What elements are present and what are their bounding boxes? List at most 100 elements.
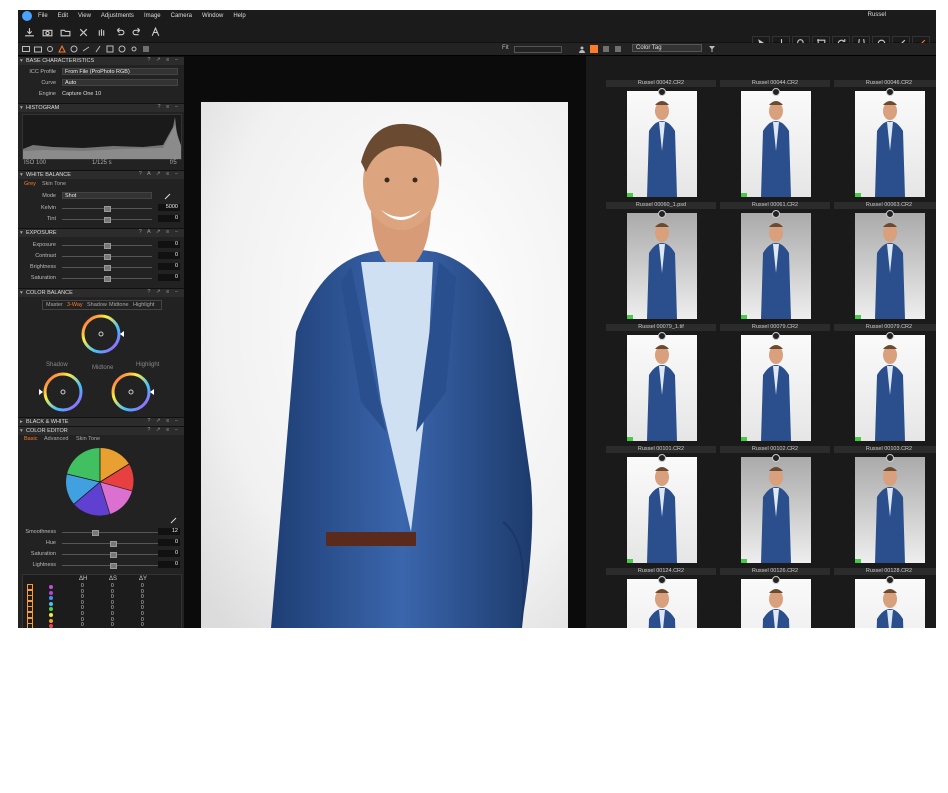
smoothness-value[interactable]: 12 (158, 528, 180, 535)
ce-saturation-value[interactable]: 0 (158, 550, 180, 557)
filter-dropdown[interactable]: Color Tag (632, 44, 702, 52)
color-range-row[interactable]: 000 (23, 611, 181, 618)
color-range-row[interactable]: 000 (23, 617, 181, 624)
rotate-badge-icon[interactable] (886, 88, 894, 96)
thumbnail[interactable] (855, 454, 925, 563)
black-white-header[interactable]: ▸ BLACK & WHITE? ↗ ≡ − (18, 417, 184, 426)
menu-edit[interactable]: Edit (58, 13, 68, 19)
rotate-badge-icon[interactable] (658, 210, 666, 218)
redo-icon[interactable] (130, 25, 144, 39)
slider-knob[interactable] (104, 276, 111, 282)
thumbnail[interactable] (855, 332, 925, 441)
slider-knob[interactable] (110, 563, 117, 569)
slider-knob[interactable] (104, 254, 111, 260)
highlight-color-wheel[interactable] (106, 370, 156, 414)
rotate-badge-icon[interactable] (772, 454, 780, 462)
tab-midtone[interactable]: Midtone (109, 302, 129, 308)
rotate-badge-icon[interactable] (658, 332, 666, 340)
color-range-row[interactable]: 000 (23, 589, 181, 596)
slider-knob[interactable] (104, 265, 111, 271)
thumbnail[interactable] (855, 88, 925, 197)
color-balance-header[interactable]: ▾ COLOR BALANCE? ↗ ≡ − (18, 288, 184, 297)
adjust-tab-icon[interactable] (94, 45, 102, 53)
thumbnail-label[interactable]: Russel 00042.CR2 (606, 80, 716, 87)
thumbnail-label[interactable]: Russel 00044.CR2 (720, 80, 830, 87)
base-characteristics-header[interactable]: ▾ BASE CHARACTERISTICS? ↗ ≡ − (18, 56, 184, 65)
exposure-header[interactable]: ▾ EXPOSURE? A ↗ ≡ − (18, 228, 184, 237)
icc-profile-select[interactable]: From File (ProPhoto RGB) (62, 68, 178, 75)
thumbnail-label[interactable]: Russel 00063.CR2 (834, 202, 936, 209)
thumbnail-label[interactable]: Russel 00124.CR2 (606, 568, 716, 575)
rotate-badge-icon[interactable] (772, 88, 780, 96)
wb-mode-select[interactable]: Shot (62, 192, 152, 199)
lightness-slider[interactable] (62, 563, 162, 569)
color-range-row[interactable]: 000 (23, 583, 181, 590)
settings-gear-icon[interactable] (130, 45, 138, 53)
color-editor-header[interactable]: ▾ COLOR EDITOR? ↗ ≡ − (18, 426, 184, 435)
rotate-badge-icon[interactable] (772, 576, 780, 584)
slider-knob[interactable] (110, 552, 117, 558)
rotate-badge-icon[interactable] (772, 332, 780, 340)
color-range-row[interactable]: 000 (23, 594, 181, 602)
tab-skin-tone-editor[interactable]: Skin Tone (76, 436, 100, 442)
thumbnail[interactable] (627, 332, 697, 441)
thumbnail-label[interactable]: Russel 00126.CR2 (720, 568, 830, 575)
slider-knob[interactable] (104, 206, 111, 212)
undo-icon[interactable] (112, 25, 126, 39)
rotate-badge-icon[interactable] (886, 454, 894, 462)
info-tab-icon[interactable] (118, 45, 126, 53)
tab-shadow[interactable]: Shadow (87, 302, 107, 308)
menu-help[interactable]: Help (233, 13, 245, 19)
contrast-slider[interactable] (62, 254, 152, 260)
text-tool-icon[interactable] (148, 25, 162, 39)
shadow-color-wheel[interactable] (38, 370, 88, 414)
rotate-badge-icon[interactable] (886, 210, 894, 218)
kelvin-value[interactable]: 5000 (158, 204, 180, 211)
tab-3-way[interactable]: 3-Way (67, 302, 83, 308)
thumbnail-label[interactable]: Russel 00060_1.psd (606, 202, 716, 209)
thumbnail-label[interactable]: Russel 00101.CR2 (606, 446, 716, 453)
brightness-slider[interactable] (62, 265, 152, 271)
thumbnail-label[interactable]: Russel 00102.CR2 (720, 446, 830, 453)
thumbnail-label[interactable]: Russel 00079.CR2 (720, 324, 830, 331)
thumbnail[interactable] (855, 210, 925, 319)
filmstrip-view-icon[interactable] (614, 45, 622, 53)
thumbnail-label[interactable]: Russel 00061.CR2 (720, 202, 830, 209)
capture-tab-icon[interactable] (34, 45, 42, 53)
thumbnail[interactable] (627, 454, 697, 563)
white-balance-header[interactable]: ▾ WHITE BALANCE? A ↗ ≡ − (18, 170, 184, 179)
thumbnail[interactable] (741, 454, 811, 563)
tab-highlight[interactable]: Highlight (133, 302, 154, 308)
saturation-value[interactable]: 0 (158, 274, 180, 281)
contrast-value[interactable]: 0 (158, 252, 180, 259)
menu-view[interactable]: View (78, 13, 91, 19)
master-color-wheel[interactable] (76, 312, 126, 356)
slider-knob[interactable] (104, 243, 111, 249)
kelvin-slider[interactable] (62, 206, 152, 212)
tint-slider[interactable] (62, 217, 152, 223)
hue-value[interactable]: 0 (158, 539, 180, 546)
menu-image[interactable]: Image (144, 13, 161, 19)
slider-knob[interactable] (92, 530, 99, 536)
saturation-slider[interactable] (62, 276, 152, 282)
slider-knob[interactable] (110, 541, 117, 547)
exposure-value[interactable]: 0 (158, 241, 180, 248)
thumbnail-label[interactable]: Russel 00103.CR2 (834, 446, 936, 453)
grid-view-icon[interactable] (590, 45, 598, 53)
lens-tab-icon[interactable] (46, 45, 54, 53)
thumbnail[interactable] (855, 576, 925, 628)
image-viewer[interactable] (184, 56, 586, 628)
thumbnail-label[interactable]: Russel 00079_1.tif (606, 324, 716, 331)
rotate-badge-icon[interactable] (886, 332, 894, 340)
metadata-tab-icon[interactable] (106, 45, 114, 53)
folder-icon[interactable] (58, 25, 72, 39)
batch-tab-icon[interactable] (142, 45, 150, 53)
color-tab-icon[interactable] (58, 45, 66, 53)
ce-saturation-slider[interactable] (62, 552, 162, 558)
histogram-header[interactable]: ▾ HISTOGRAM? ≡ − (18, 103, 184, 112)
exposure-slider[interactable] (62, 243, 152, 249)
exposure-tab-icon[interactable] (70, 45, 78, 53)
thumbnail-label[interactable]: Russel 00128.CR2 (834, 568, 936, 575)
lightness-value[interactable]: 0 (158, 561, 180, 568)
rotate-badge-icon[interactable] (658, 88, 666, 96)
